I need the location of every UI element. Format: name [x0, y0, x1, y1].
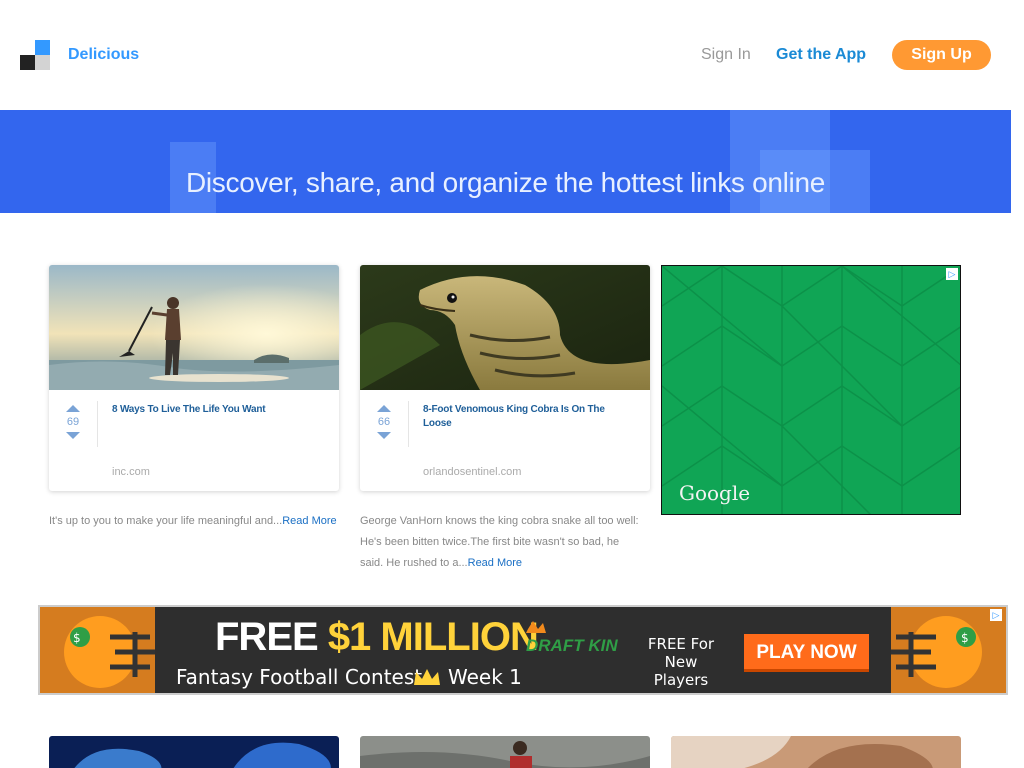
get-app-link[interactable]: Get the App	[776, 46, 866, 64]
banner-headline: FREE $1 MILLION	[215, 615, 539, 660]
downvote-icon[interactable]	[66, 432, 80, 439]
svg-text:$: $	[961, 631, 969, 645]
google-ad[interactable]: ▷ Google	[661, 265, 961, 515]
adchoices-icon[interactable]: ▷	[946, 268, 958, 280]
card-source: inc.com	[112, 466, 150, 478]
card-description: George VanHorn knows the king cobra snak…	[360, 511, 645, 574]
description-text: It's up to you to make your life meaning…	[49, 515, 283, 527]
vote-widget: 69	[65, 405, 81, 439]
card-thumbnail-beach[interactable]	[360, 736, 650, 768]
vote-count: 66	[377, 416, 391, 428]
crown-icon	[414, 669, 440, 685]
site-header: Delicious Sign In Get the App Sign Up	[0, 0, 1024, 110]
banner-offer: FREE For New Players	[647, 635, 715, 689]
link-card[interactable]: 69 8 Ways To Live The Life You Want inc.…	[49, 265, 339, 491]
vote-count: 69	[66, 416, 80, 428]
google-ad-label: Google	[679, 481, 751, 505]
delicious-logo-icon[interactable]	[20, 40, 50, 70]
read-more-link[interactable]: Read More	[468, 557, 522, 569]
sign-in-link[interactable]: Sign In	[701, 46, 751, 64]
vote-widget: 66	[376, 405, 392, 439]
banner-week: Week 1	[448, 665, 522, 689]
card-source: orlandosentinel.com	[423, 466, 522, 478]
football-helmet-icon: $	[891, 607, 1006, 693]
play-now-button[interactable]: PLAY NOW	[744, 634, 869, 672]
card-divider	[97, 401, 98, 447]
card-title-link[interactable]: 8-Foot Venomous King Cobra Is On The Loo…	[423, 403, 633, 431]
svg-text:$: $	[73, 631, 81, 645]
card-thumbnail-paddleboard[interactable]	[49, 265, 339, 390]
read-more-link[interactable]: Read More	[282, 515, 336, 527]
draftkings-banner-ad[interactable]: $ FREE $1 MILLION Fantasy Football Conte…	[38, 605, 1008, 695]
football-helmet-icon: $	[40, 607, 155, 693]
upvote-icon[interactable]	[377, 405, 391, 412]
card-thumbnail-brain[interactable]	[49, 736, 339, 768]
banner-amount: $1 MILLION	[327, 615, 539, 659]
card-description: It's up to you to make your life meaning…	[49, 511, 341, 532]
adchoices-icon[interactable]: ▷	[990, 609, 1002, 621]
hero-title: Discover, share, and organize the hottes…	[185, 167, 826, 198]
card-title-link[interactable]: 8 Ways To Live The Life You Want	[112, 403, 322, 417]
banner-free: FREE	[215, 615, 319, 659]
card-divider	[408, 401, 409, 447]
draftkings-logo-text: DRAFT KINGS	[526, 636, 618, 655]
ad-pattern	[662, 266, 960, 514]
downvote-icon[interactable]	[377, 432, 391, 439]
link-card[interactable]: 66 8-Foot Venomous King Cobra Is On The …	[360, 265, 650, 491]
card-thumbnail-portrait[interactable]	[671, 736, 961, 768]
hero-banner: Discover, share, and organize the hottes…	[0, 110, 1011, 213]
brand-link[interactable]: Delicious	[68, 46, 139, 64]
upvote-icon[interactable]	[66, 405, 80, 412]
card-thumbnail-cobra[interactable]	[360, 265, 650, 390]
banner-subline: Fantasy Football Contest	[176, 665, 423, 689]
sign-up-button[interactable]: Sign Up	[892, 40, 991, 70]
draftkings-logo-icon: DRAFT KINGS	[526, 621, 618, 655]
